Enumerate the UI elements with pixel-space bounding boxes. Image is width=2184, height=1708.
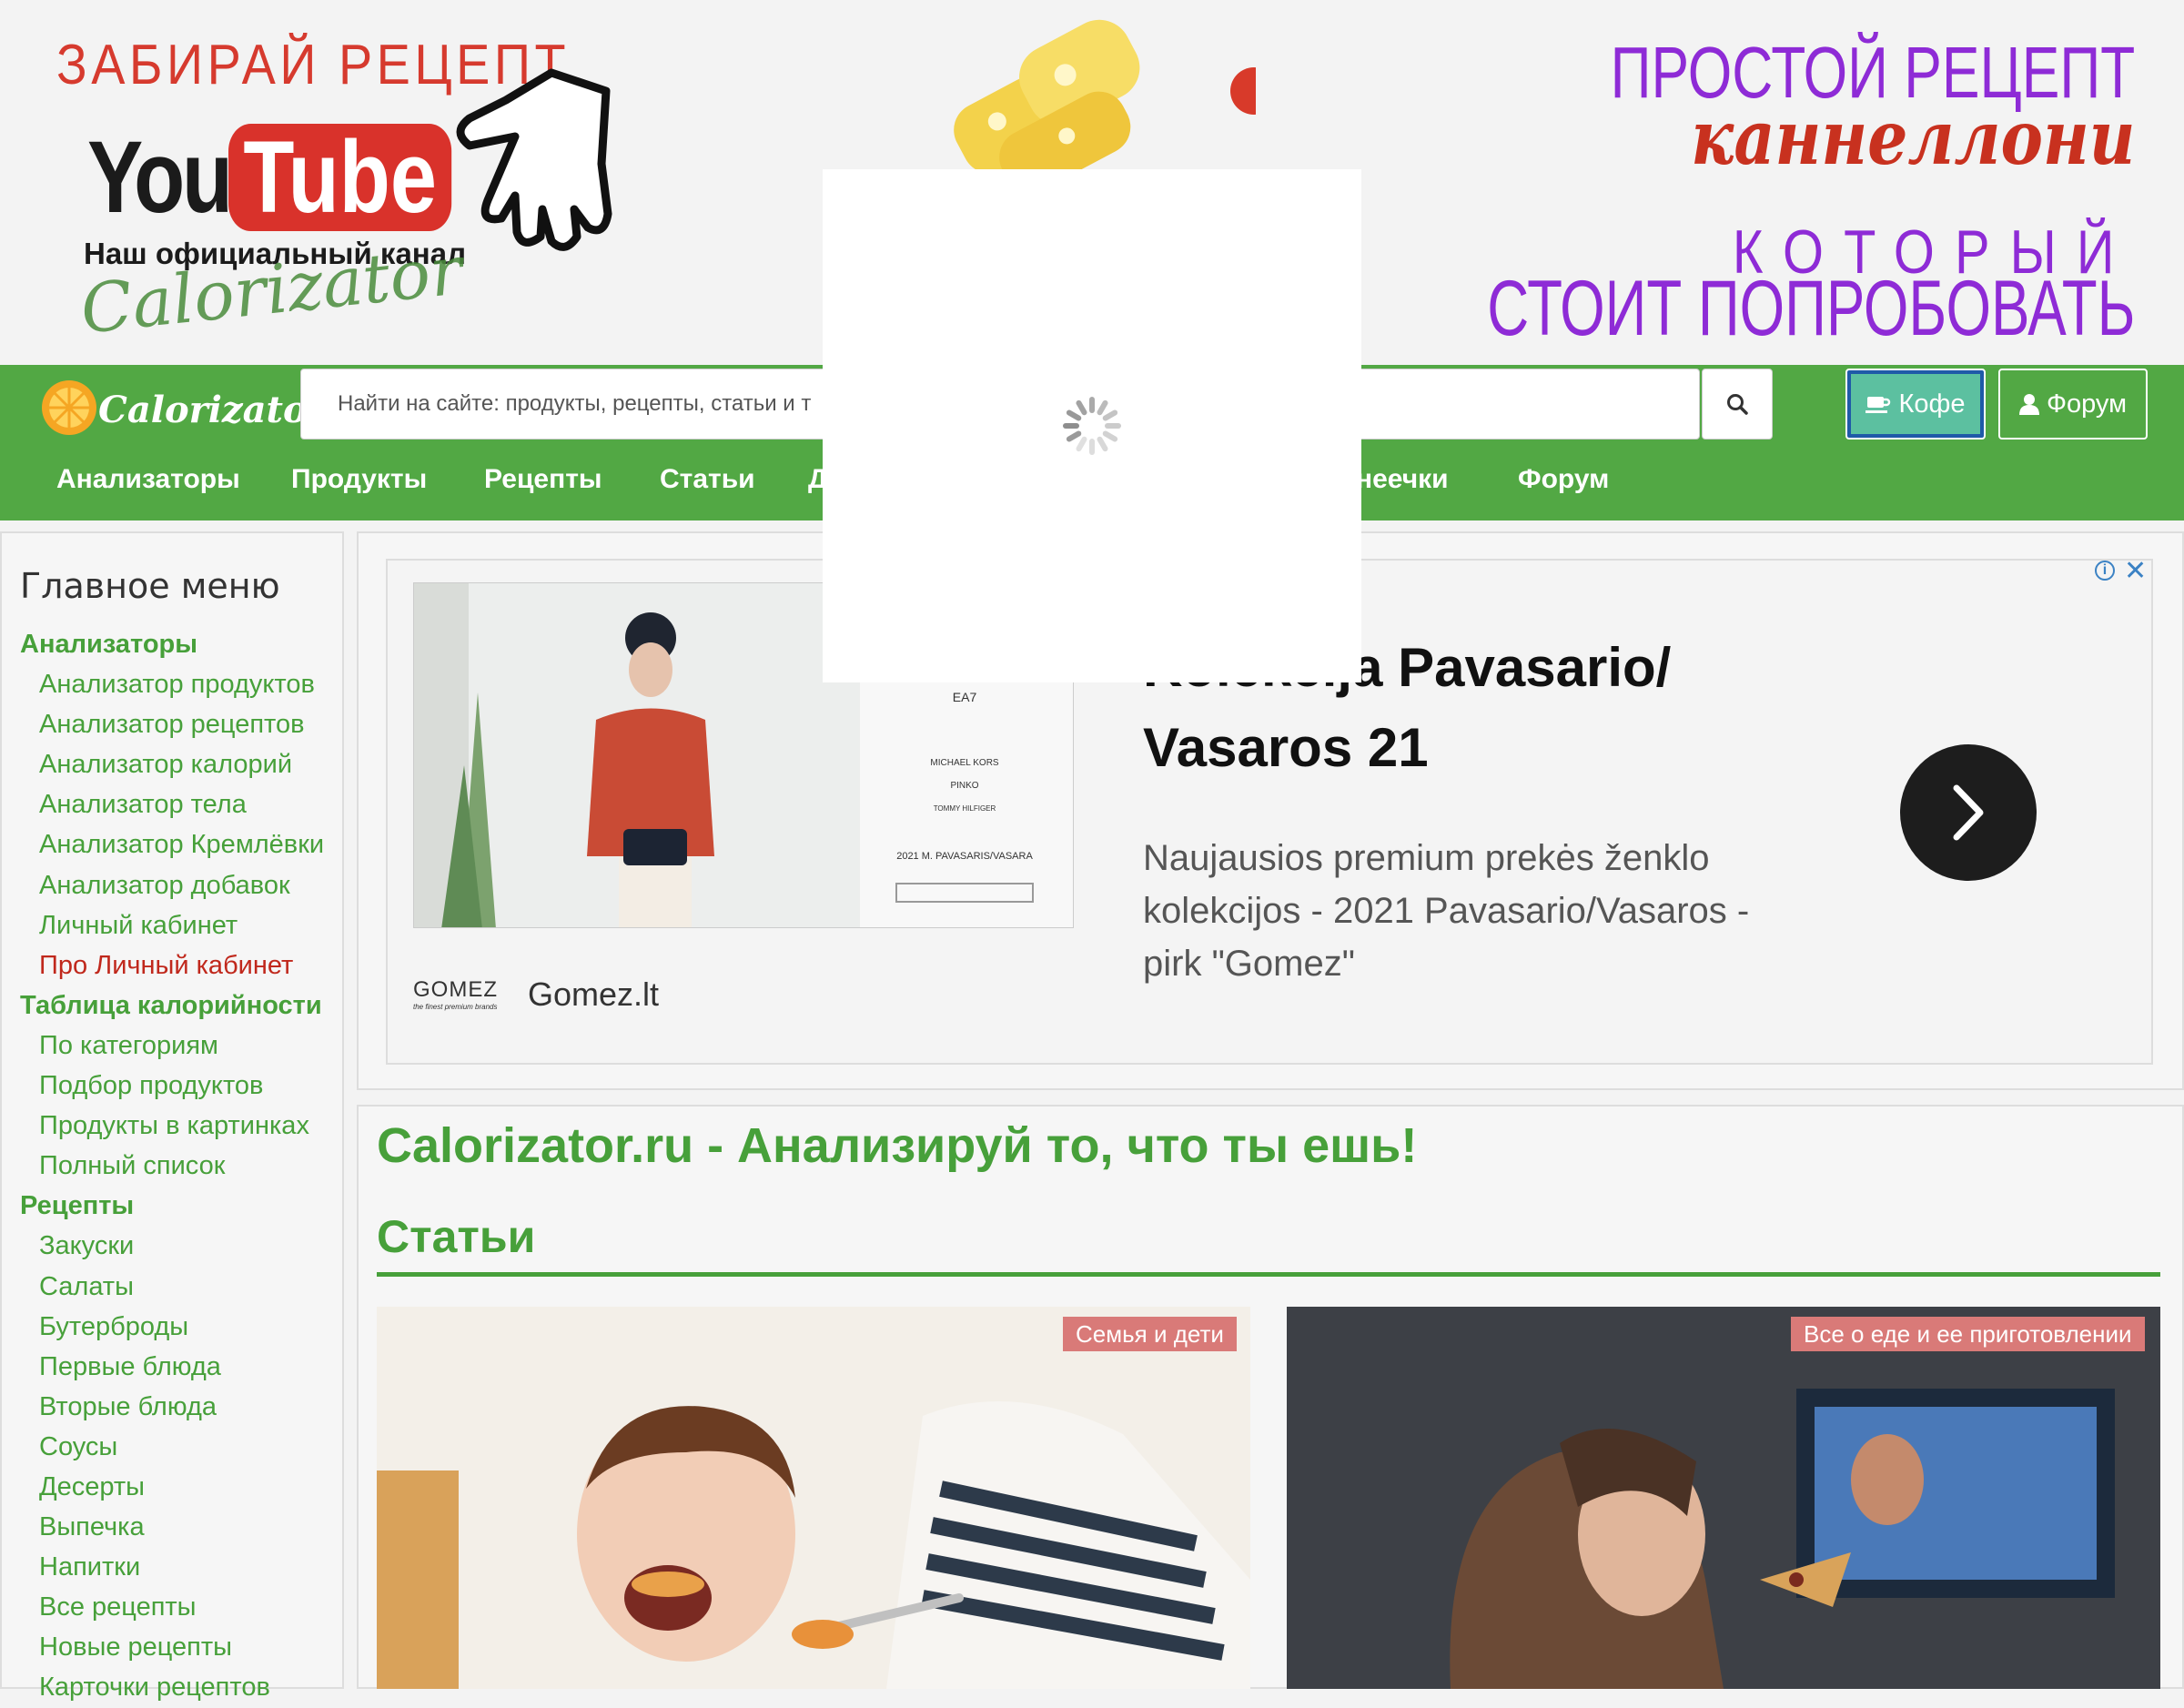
sidebar-item[interactable]: Все рецепты (0, 1587, 324, 1627)
nav-recipes[interactable]: Рецепты (484, 464, 602, 495)
coffee-button[interactable]: Кофе (1845, 369, 1986, 440)
sidebar-item[interactable]: Карточки рецептов (0, 1667, 324, 1707)
ad-brand-logo-sub: the finest premium brands (413, 1003, 498, 1011)
pointing-hand-icon (456, 68, 612, 251)
loading-spinner-icon (1063, 397, 1121, 455)
ad-brand-logo[interactable]: GOMEZ the finest premium brands (413, 977, 498, 1011)
sidebar-item[interactable]: Новые рецепты (0, 1627, 324, 1667)
sidebar-item[interactable]: Рецепты (0, 1186, 324, 1226)
coffee-button-label: Кофе (1898, 389, 1966, 419)
forum-button-label: Форум (2046, 389, 2128, 419)
category-badge[interactable]: Все о еде и ее приготовлении (1791, 1317, 2145, 1351)
sidebar-item[interactable]: Салаты (0, 1267, 324, 1307)
user-icon (2018, 394, 2039, 415)
youtube-logo-you: You (87, 120, 233, 234)
sidebar-item[interactable]: Продукты в картинках (0, 1106, 324, 1146)
sidebar-item[interactable]: По категориям (0, 1026, 324, 1066)
coffee-cup-icon (1866, 397, 1891, 413)
sidebar-title: Главное меню (20, 566, 280, 606)
ad-close-icon[interactable]: ✕ (2124, 555, 2147, 587)
sidebar-item[interactable]: Выпечка (0, 1507, 324, 1547)
sidebar-item[interactable]: Анализатор добавок (0, 865, 324, 905)
ad-brand-name[interactable]: Gomez.lt (528, 975, 659, 1014)
article-image (1287, 1307, 2160, 1689)
nav-item-obscured-2[interactable]: неечки (1356, 464, 1449, 495)
sidebar-item[interactable]: Личный кабинет (0, 905, 324, 945)
article-image (377, 1307, 1250, 1689)
ad-photo-brand: PINKO (950, 781, 978, 791)
promo-line-4: СТОИТ ПОПРОБОВАТЬ (1486, 265, 2135, 352)
youtube-logo[interactable]: You Tube (87, 118, 500, 236)
sidebar-item[interactable]: Десерты (0, 1467, 324, 1507)
sidebar-item[interactable]: Анализаторы (0, 624, 324, 664)
ad-photo-brand: EA7 (953, 690, 977, 704)
sidebar-item[interactable]: Полный список (0, 1146, 324, 1186)
search-button[interactable] (1702, 369, 1773, 440)
sidebar-item[interactable]: Бутерброды (0, 1307, 324, 1347)
promo-line-2: каннеллони (1690, 95, 2135, 182)
article-card[interactable] (1287, 1307, 2160, 1689)
cannelloni-photo (954, 19, 1256, 182)
logo-text: Calorizator (98, 389, 300, 431)
ad-description: Naujausios premium prekės ženklo kolekci… (1143, 838, 1750, 984)
section-divider (377, 1272, 2160, 1277)
sidebar-item[interactable]: Соусы (0, 1427, 324, 1467)
nav-articles[interactable]: Статьи (660, 464, 755, 495)
ad-brand-logo-text: GOMEZ (413, 977, 498, 1002)
article-card[interactable] (377, 1307, 1250, 1689)
forum-button[interactable]: Форум (1998, 369, 2148, 440)
ad-info-icon[interactable]: i (2095, 561, 2115, 581)
sidebar-item[interactable]: Первые блюда (0, 1347, 324, 1387)
sidebar-item[interactable]: Закуски (0, 1226, 324, 1266)
youtube-logo-tube: Tube (228, 123, 452, 231)
nav-analyzers[interactable]: Анализаторы (56, 464, 240, 495)
sidebar-item[interactable]: Таблица калорийности (0, 985, 324, 1026)
ad-next-button[interactable] (1900, 744, 2037, 881)
section-heading: Статьи (377, 1211, 536, 1262)
site-logo[interactable]: Calorizator (35, 360, 300, 440)
nav-products[interactable]: Продукты (291, 464, 427, 495)
ad-title-line: Vasaros 21 (1143, 717, 1429, 778)
sidebar-item[interactable]: Анализатор рецептов (0, 704, 324, 744)
loading-overlay (823, 169, 1361, 682)
sidebar-item[interactable]: Анализатор калорий (0, 744, 324, 784)
search-icon (1727, 394, 1748, 415)
sidebar-item[interactable]: Напитки (0, 1547, 324, 1587)
site-heading: Calorizator.ru - Анализируй то, что ты е… (377, 1118, 1418, 1173)
sidebar-item[interactable]: Подбор продуктов (0, 1066, 324, 1106)
sidebar-menu: Анализаторы Анализатор продуктов Анализа… (0, 624, 324, 1708)
ad-photo-brand: 2021 M. PAVASARIS/VASARA (896, 851, 1033, 862)
sidebar-item[interactable]: Анализатор продуктов (0, 664, 324, 704)
sidebar-item[interactable]: Анализатор Кремлёвки (0, 824, 324, 864)
chevron-right-icon (1953, 784, 1984, 841)
nav-forum[interactable]: Форум (1518, 464, 1609, 495)
sidebar-item[interactable]: Анализатор тела (0, 784, 324, 824)
ad-photo-brand: MICHAEL KORS (930, 758, 999, 768)
sidebar-item[interactable]: Вторые блюда (0, 1387, 324, 1427)
ad-photo-brand: TOMMY HILFIGER (934, 804, 996, 813)
sidebar-item[interactable]: Про Личный кабинет (0, 945, 324, 985)
category-badge[interactable]: Семья и дети (1063, 1317, 1237, 1351)
